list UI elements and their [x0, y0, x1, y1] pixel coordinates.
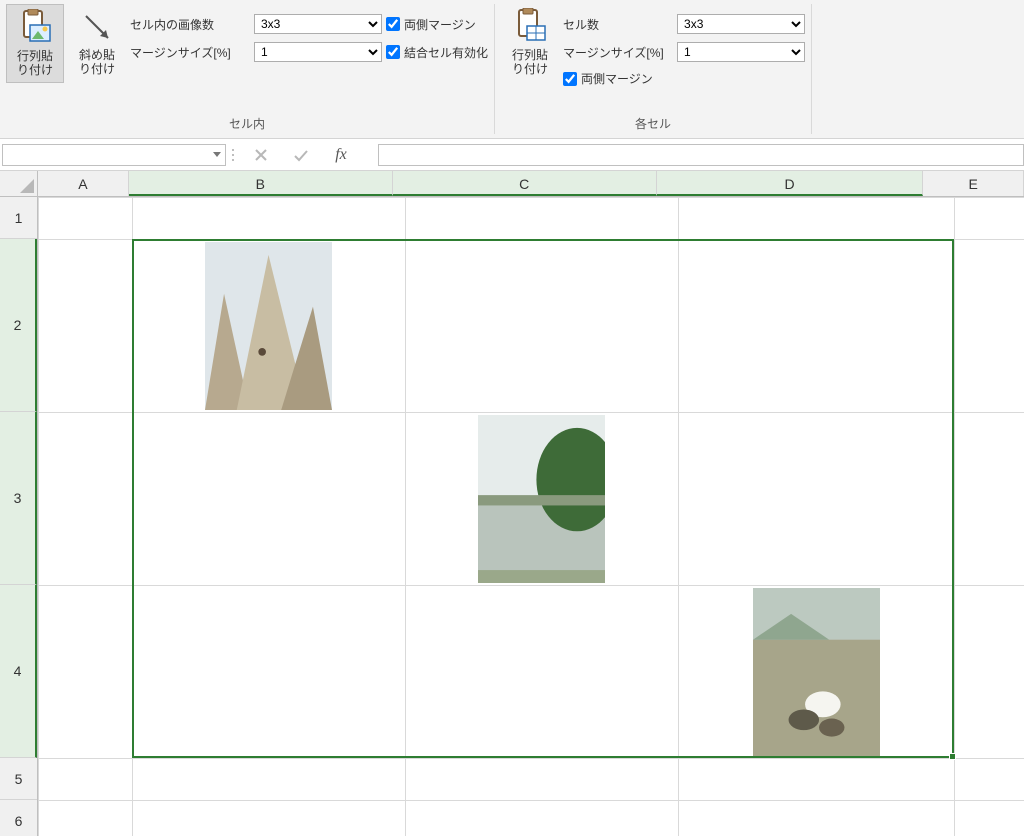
- select-all-corner[interactable]: [0, 171, 38, 197]
- matrix-paste-button-2[interactable]: 行列貼 り付け: [501, 4, 559, 81]
- clipboard-grid-icon: [511, 8, 549, 46]
- clipboard-image-icon: [16, 9, 54, 47]
- ribbon: 行列貼 り付け 斜め貼 り付け セル内の画像数 3x3 両側マージン: [0, 0, 1024, 139]
- cell-count-dropdown[interactable]: 3x3: [677, 14, 805, 34]
- diag-paste-label: 斜め貼 り付け: [79, 48, 115, 77]
- cancel-button[interactable]: [252, 146, 270, 164]
- matrix-paste-button-1[interactable]: 行列貼 り付け: [6, 4, 64, 83]
- col-header-E[interactable]: E: [923, 171, 1024, 196]
- diagonal-arrow-icon: [78, 8, 116, 46]
- row-header-4[interactable]: 4: [0, 585, 37, 758]
- formula-input[interactable]: [378, 144, 1024, 166]
- both-margins-checkbox-1[interactable]: 両側マージン: [386, 16, 476, 33]
- formula-bar: fx: [0, 139, 1024, 171]
- row-header-1[interactable]: 1: [0, 197, 37, 239]
- row-header-2[interactable]: 2: [0, 239, 37, 412]
- col-header-B[interactable]: B: [129, 171, 393, 196]
- col-header-A[interactable]: A: [38, 171, 129, 196]
- margin-size-dropdown-1[interactable]: 1: [254, 42, 382, 62]
- image-count-dropdown[interactable]: 3x3: [254, 14, 382, 34]
- mountain-photo[interactable]: [205, 242, 332, 410]
- name-box[interactable]: [2, 144, 226, 166]
- row-header-6[interactable]: 6: [0, 800, 37, 836]
- row-header-3[interactable]: 3: [0, 412, 37, 585]
- margin-size-dropdown-2[interactable]: 1: [677, 42, 805, 62]
- ribbon-group-title-2: 各セル: [501, 115, 805, 132]
- dropdown-icon: [213, 152, 221, 157]
- ducks-photo[interactable]: [753, 588, 880, 756]
- col-header-D[interactable]: D: [657, 171, 924, 196]
- row-header-5[interactable]: 5: [0, 758, 37, 800]
- ribbon-group-each-cell: 行列貼 り付け セル数 3x3 マージンサイズ[%] 1 両側マージン 各セル: [495, 4, 812, 134]
- lake-photo[interactable]: [478, 415, 605, 583]
- both-margins-checkbox-2[interactable]: 両側マージン: [563, 70, 653, 87]
- ribbon-group-cell-inside: 行列貼 り付け 斜め貼 り付け セル内の画像数 3x3 両側マージン: [0, 4, 495, 134]
- image-count-label: セル内の画像数: [130, 16, 250, 33]
- margin-size-label-2: マージンサイズ[%]: [563, 44, 673, 61]
- merge-cells-checkbox[interactable]: 結合セル有効化: [386, 44, 488, 61]
- matrix-paste-label-1: 行列貼 り付け: [17, 49, 53, 78]
- spreadsheet-grid[interactable]: ABCDE 123456: [0, 171, 1024, 836]
- cell-count-label: セル数: [563, 16, 673, 33]
- ribbon-group-title-1: セル内: [6, 115, 488, 132]
- diag-paste-button[interactable]: 斜め貼 り付け: [68, 4, 126, 81]
- fx-button[interactable]: fx: [332, 146, 350, 164]
- matrix-paste-label-2: 行列貼 り付け: [512, 48, 548, 77]
- col-header-C[interactable]: C: [393, 171, 657, 196]
- enter-button[interactable]: [292, 146, 310, 164]
- margin-size-label-1: マージンサイズ[%]: [130, 44, 250, 61]
